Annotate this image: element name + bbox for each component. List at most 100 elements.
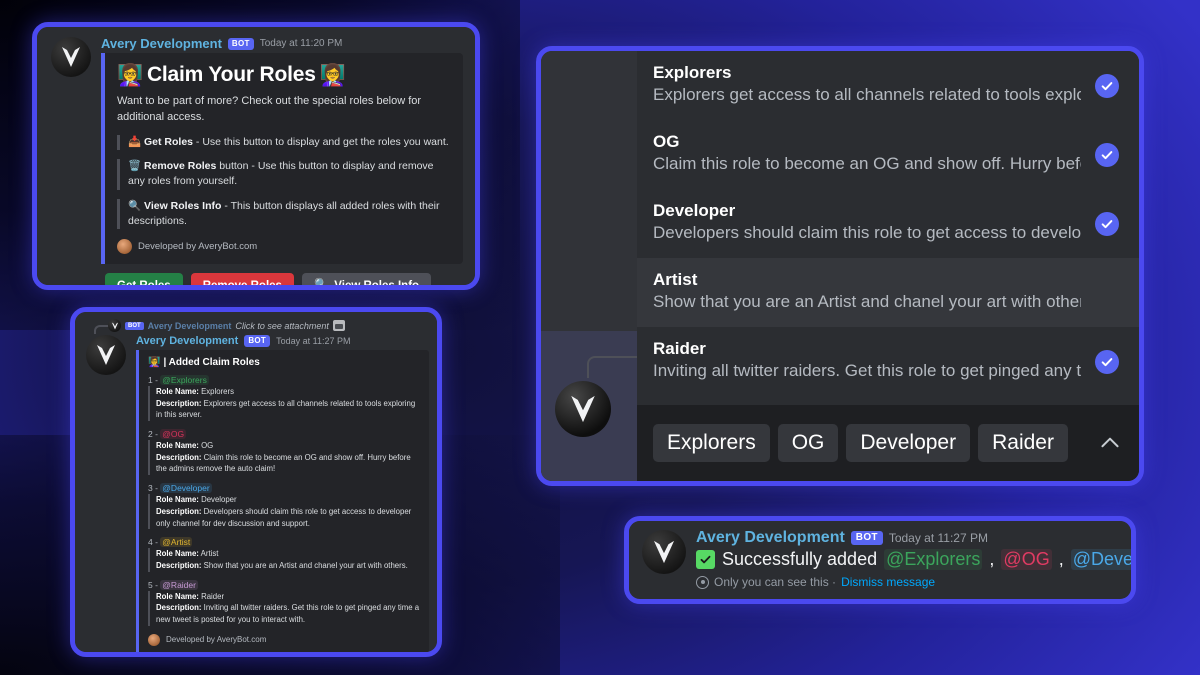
role-name-label: Role Name: — [156, 495, 199, 505]
message-header: Avery Development BOT Today at 11:20 PM — [101, 37, 463, 50]
bot-username: Avery Development — [136, 334, 239, 347]
bot-username: Avery Development — [696, 529, 845, 546]
avatar — [86, 335, 126, 375]
role-option-raider[interactable]: Raider Inviting all twitter raiders. Get… — [637, 327, 1139, 396]
selected-tag-explorers[interactable]: Explorers — [653, 424, 770, 462]
ephemeral-notice: Only you can see this · Dismiss message — [136, 653, 429, 657]
role-option-name: Explorers — [653, 63, 732, 82]
role-index: 3 — [148, 483, 153, 494]
bullet-view-roles-info: 🔍 View Roles Info - This button displays… — [117, 198, 451, 229]
chevron-up-icon[interactable] — [1097, 430, 1123, 456]
role-mention: @Artist — [160, 537, 193, 548]
role-option-explorers[interactable]: Explorers Explorers get access to all ch… — [637, 51, 1139, 120]
added-roles-card: BOT Avery Development Click to see attac… — [70, 307, 442, 657]
reply-elbow-line — [587, 356, 637, 378]
check-icon — [1095, 73, 1119, 98]
mention-developer[interactable]: @Developer — [1070, 549, 1131, 570]
role-desc-value: Show that you are an Artist and chanel y… — [203, 560, 408, 570]
role-name-label: Role Name: — [156, 591, 199, 601]
role-mention-line: 4 - @Artist — [148, 537, 193, 548]
mention-explorers[interactable]: @Explorers — [884, 549, 983, 570]
role-details: Role Name: OG Description: Claim this ro… — [148, 440, 420, 476]
inbox-tray-icon: 📥 — [128, 135, 142, 148]
role-options-list[interactable]: Explorers Explorers get access to all ch… — [637, 51, 1139, 405]
role-option-artist[interactable]: Artist Show that you are an Artist and c… — [637, 258, 1139, 328]
ephemeral-notice: Only you can see this · Dismiss message — [696, 575, 1119, 589]
role-index: 4 — [148, 537, 153, 548]
remove-roles-button[interactable]: Remove Roles — [190, 272, 294, 290]
check-icon — [1095, 211, 1119, 236]
bullet-get-roles: 📥 Get Roles - Use this button to display… — [117, 134, 451, 151]
check-mark-icon — [696, 550, 715, 569]
bot-badge: BOT — [850, 531, 883, 545]
mention-og[interactable]: @OG — [1001, 549, 1052, 570]
eye-icon — [696, 575, 709, 589]
view-roles-info-label: View Roles Info — [334, 279, 420, 290]
bullet-remove-roles-label: Remove Roles — [144, 160, 217, 173]
avatar — [51, 37, 91, 77]
selected-tag-raider[interactable]: Raider — [978, 424, 1068, 462]
role-option-description: Show that you are an Artist and chanel y… — [653, 292, 1081, 312]
role-desc-label: Description: — [156, 560, 202, 570]
selected-tag-developer[interactable]: Developer — [846, 424, 971, 462]
claim-button-row: Get Roles Remove Roles 🔍 View Roles Info — [101, 264, 463, 290]
role-mention-line: 3 - @Developer — [148, 483, 212, 494]
get-roles-button[interactable]: Get Roles — [105, 272, 183, 285]
added-roles-embed: 👩‍🏫 | Added Claim Roles 1 - @Explorers R… — [136, 350, 429, 652]
role-option-name: Artist — [653, 270, 698, 290]
embed-footer-text: Developed by AveryBot.com — [138, 240, 258, 252]
reply-attachment-text: Click to see attachment — [235, 320, 329, 331]
claim-roles-card: Avery Development BOT Today at 11:20 PM … — [32, 22, 480, 290]
embed-title: 👩‍🏫 | Added Claim Roles — [148, 357, 420, 368]
check-icon — [1095, 142, 1119, 167]
reply-reference[interactable]: BOT Avery Development Click to see attac… — [84, 319, 429, 334]
role-details: Role Name: Explorers Description: Explor… — [148, 386, 420, 422]
role-name-value: OG — [201, 441, 214, 451]
avatar — [108, 319, 121, 332]
success-text: Successfully added @Explorers, @OG, @Dev… — [696, 549, 1131, 570]
role-details: Role Name: Developer Description: Develo… — [148, 494, 420, 530]
role-details: Role Name: Artist Description: Show that… — [148, 548, 420, 572]
timestamp: Today at 11:20 PM — [259, 37, 343, 49]
view-roles-info-button[interactable]: 🔍 View Roles Info — [301, 272, 432, 290]
role-desc-label: Description: — [156, 506, 202, 516]
role-option-og[interactable]: OG Claim this role to become an OG and s… — [637, 120, 1139, 189]
role-index: 1 — [148, 375, 153, 385]
embed-footer-text: Developed by AveryBot.com — [166, 635, 267, 645]
message-header: Avery Development BOT Today at 11:27 PM — [696, 530, 1119, 546]
role-name-label: Role Name: — [156, 441, 199, 451]
role-mention-line: 2 - @OG — [148, 429, 187, 440]
role-name-value: Raider — [201, 591, 225, 601]
dismiss-message-link[interactable]: Dismiss message — [841, 575, 935, 589]
role-name-value: Developer — [201, 495, 237, 505]
role-mention: @Explorers — [160, 375, 209, 385]
check-icon — [1095, 349, 1119, 374]
role-index: 2 — [148, 429, 153, 440]
avatar — [555, 381, 611, 437]
bot-badge: BOT — [244, 335, 271, 347]
role-option-description: Explorers get access to all channels rel… — [653, 85, 1081, 105]
bot-badge: BOT — [125, 321, 144, 330]
selected-tag-og[interactable]: OG — [777, 424, 839, 462]
role-mention: @OG — [160, 429, 187, 440]
magnifier-icon: 🔍 — [313, 279, 329, 290]
list-item: 3 - @Developer Role Name: Developer Desc… — [148, 483, 420, 530]
teacher-emoji-left: 👩‍🏫 — [117, 63, 143, 87]
timestamp: Today at 11:27 PM — [276, 335, 351, 346]
teacher-emoji-right: 👩‍🏫 — [319, 63, 346, 87]
role-option-developer[interactable]: Developer Developers should claim this r… — [637, 189, 1139, 258]
bullet-view-info-label: View Roles Info — [144, 199, 222, 212]
list-item: 4 - @Artist Role Name: Artist Descriptio… — [148, 537, 420, 572]
avatar — [642, 530, 686, 574]
role-index: 5 — [148, 579, 153, 590]
averybot-logo-icon — [148, 633, 160, 646]
comma: , — [1058, 549, 1064, 569]
remove-roles-label: Remove Roles — [202, 279, 282, 290]
embed-footer: Developed by AveryBot.com — [148, 633, 420, 646]
role-desc-label: Description: — [156, 603, 202, 613]
role-mention: @Raider — [160, 579, 198, 590]
bullet-get-roles-text: - Use this button to display and get the… — [193, 135, 449, 148]
role-option-description: Inviting all twitter raiders. Get this r… — [653, 361, 1081, 381]
bullet-get-roles-label: Get Roles — [144, 135, 194, 148]
averybot-logo-icon — [117, 238, 132, 254]
